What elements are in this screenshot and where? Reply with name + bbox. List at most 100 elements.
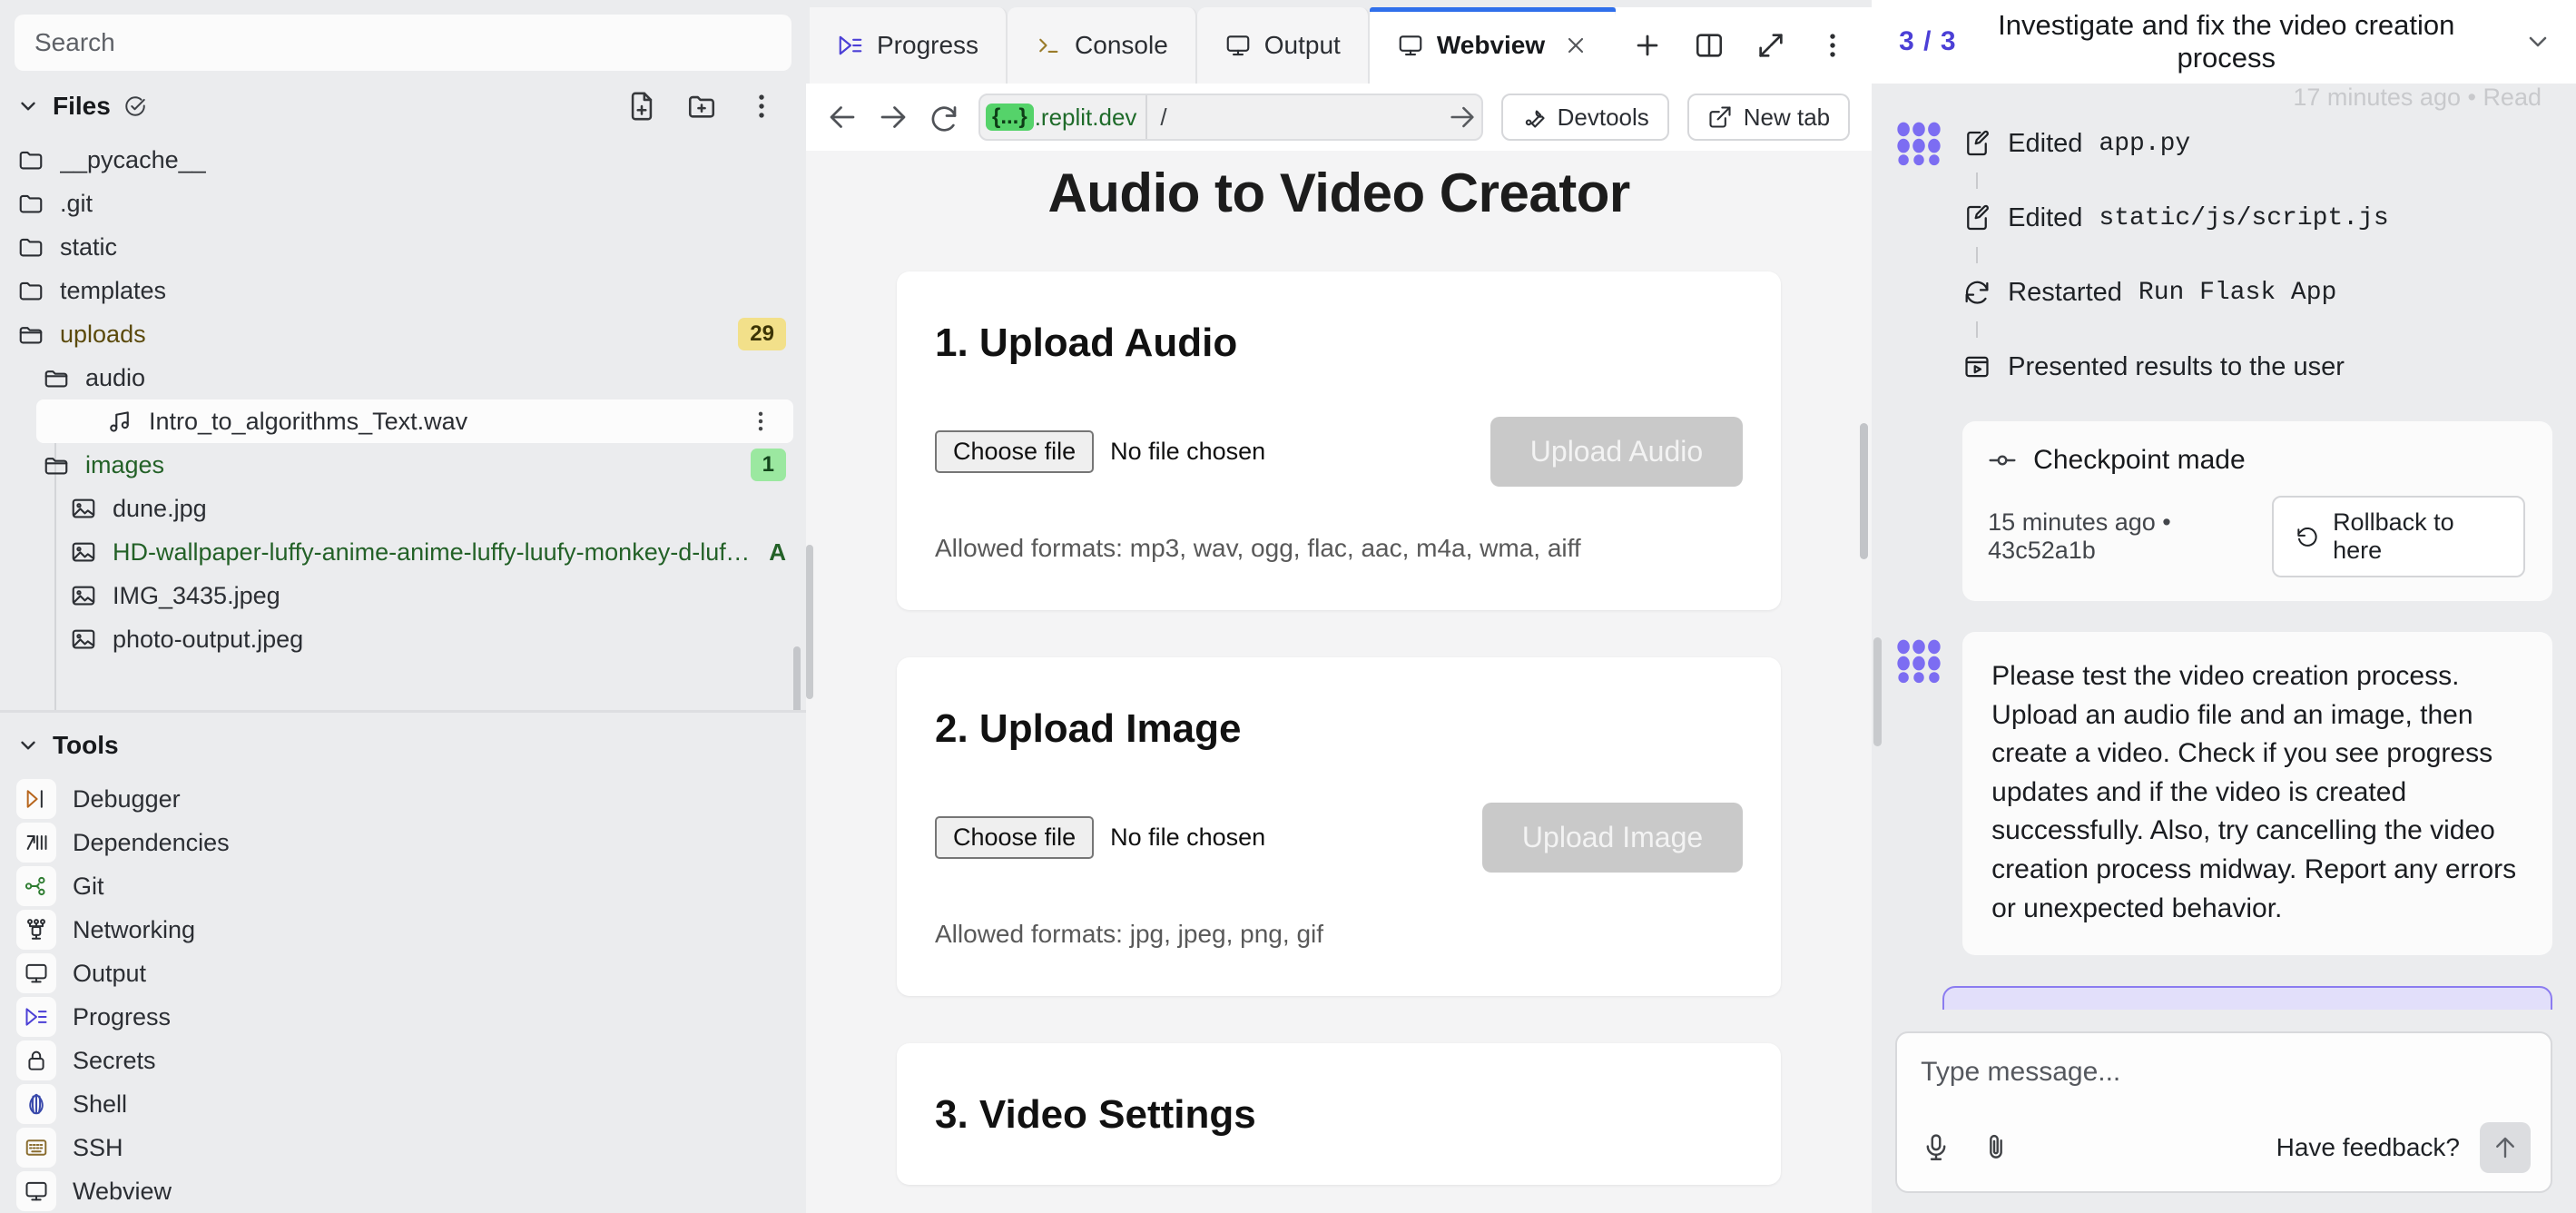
new-folder-icon[interactable] — [686, 91, 717, 122]
sidebar-item-networking[interactable]: Networking — [0, 908, 806, 952]
chevron-down-icon[interactable] — [16, 94, 40, 118]
composer-container: Type message... Have feedback? — [1872, 1010, 2576, 1213]
close-icon[interactable] — [1563, 33, 1588, 58]
devtools-label: Devtools — [1557, 103, 1649, 131]
expand-icon[interactable] — [1755, 30, 1786, 61]
file-name-label: audio — [85, 363, 146, 391]
sidebar-item-webview[interactable]: Webview — [0, 1169, 806, 1213]
file-tree-row[interactable]: static — [0, 225, 806, 269]
webview-scrollbar[interactable] — [1860, 423, 1869, 559]
file-tree-row[interactable]: templates — [0, 269, 806, 312]
composer-toolbar: Have feedback? — [1921, 1122, 2531, 1173]
files-section-header[interactable]: Files — [0, 71, 806, 138]
checkpoint-node-icon — [1988, 446, 2017, 475]
tab-output[interactable]: Output — [1196, 7, 1370, 84]
center-pane: Progress Console Output Webview {...} .r… — [806, 0, 1873, 1213]
tab-console[interactable]: Console — [1008, 7, 1197, 84]
folder-icon — [16, 232, 45, 261]
upload-image-button[interactable]: Upload Image — [1481, 803, 1744, 873]
step-connector — [1976, 173, 1979, 189]
url-path-input[interactable]: / — [1147, 104, 1446, 132]
image-allowed-formats: Allowed formats: jpg, jpeg, png, gif — [935, 920, 1324, 948]
file-tree[interactable]: __pycache__ .git static templates uploads 29 a… — [0, 138, 806, 710]
devtools-button[interactable]: Devtools — [1500, 94, 1669, 141]
send-message-button[interactable] — [2480, 1122, 2531, 1173]
agent-message-text: We're making improvements to handle diff… — [1942, 986, 2552, 1010]
tools-section-header[interactable]: Tools — [0, 713, 806, 774]
navigate-arrow-icon[interactable] — [1447, 102, 1478, 133]
more-kebab-icon[interactable] — [1817, 30, 1848, 61]
file-tree-row[interactable]: HD-wallpaper-luffy-anime-anime-luffy-luu… — [0, 530, 806, 574]
new-file-icon[interactable] — [626, 91, 657, 122]
choose-image-file-button[interactable]: Choose file — [935, 816, 1095, 859]
agent-step-text: Edited — [2008, 202, 2083, 232]
tab-label: Output — [1263, 31, 1341, 59]
sidebar-item-git[interactable]: Git — [0, 864, 806, 908]
file-tree-row[interactable]: images 1 — [0, 443, 806, 487]
file-tree-row[interactable]: IMG_3435.jpeg — [0, 574, 806, 617]
file-tree-row[interactable]: __pycache__ — [0, 138, 806, 182]
sidebar-item-ssh[interactable]: SSH — [0, 1126, 806, 1169]
message-input[interactable]: Type message... — [1921, 1057, 2531, 1088]
audio-allowed-formats: Allowed formats: mp3, wav, ogg, flac, aa… — [935, 534, 1581, 562]
chevron-down-icon[interactable] — [2523, 27, 2552, 56]
tools-list[interactable]: Debugger Dependencies Git Networking Output P… — [0, 774, 806, 1213]
sidebar-item-dependencies[interactable]: Dependencies — [0, 821, 806, 864]
sidebar-item-shell[interactable]: Shell — [0, 1082, 806, 1126]
tab-webview[interactable]: Webview — [1369, 7, 1617, 84]
arrow-left-icon[interactable] — [826, 101, 859, 133]
split-pane-icon[interactable] — [1694, 30, 1725, 61]
more-kebab-icon[interactable] — [746, 91, 777, 122]
file-tree-row[interactable]: uploads 29 — [0, 312, 806, 356]
sidebar-item-output[interactable]: Output — [0, 952, 806, 995]
lock-icon — [16, 1040, 56, 1080]
webview-content[interactable]: Audio to Video Creator 1. Upload Audio C… — [806, 151, 1873, 1213]
new-tab-plus-icon[interactable] — [1632, 30, 1663, 61]
arrow-right-icon[interactable] — [877, 101, 909, 133]
file-name-label: .git — [60, 189, 93, 217]
reload-icon[interactable] — [928, 101, 960, 133]
agent-chat-scrollbar[interactable] — [1873, 637, 1883, 746]
sidebar-item-secrets[interactable]: Secrets — [0, 1039, 806, 1082]
rollback-button[interactable]: Rollback to here — [2272, 496, 2525, 577]
have-feedback-link[interactable]: Have feedback? — [2276, 1133, 2460, 1162]
file-tree-row[interactable]: .git — [0, 182, 806, 225]
present-icon — [1962, 352, 1991, 381]
progress-icon — [16, 997, 56, 1037]
file-tree-row[interactable]: audio — [0, 356, 806, 399]
agent-step-text: Edited — [2008, 128, 2083, 158]
search-input[interactable]: Search — [15, 15, 791, 71]
center-pane-scrollbar[interactable] — [806, 545, 813, 699]
new-tab-button[interactable]: New tab — [1686, 94, 1851, 141]
file-tree-row[interactable]: Intro_to_algorithms_Text.wav — [36, 399, 793, 443]
sidebar-item-progress[interactable]: Progress — [0, 995, 806, 1039]
replit-agent-icon — [1895, 637, 1942, 685]
image-file-picker[interactable]: Choose file No file chosen — [935, 816, 1265, 859]
file-tree-row[interactable]: dune.jpg — [0, 487, 806, 530]
progress-icon — [837, 32, 864, 59]
agent-step[interactable]: Edited app.py — [1962, 114, 2552, 173]
message-composer[interactable]: Type message... Have feedback? — [1895, 1031, 2552, 1193]
microphone-icon[interactable] — [1921, 1131, 1952, 1164]
agent-step[interactable]: Presented results to the user — [1962, 338, 2552, 396]
check-circle-icon — [123, 94, 147, 118]
agent-chat-scroll[interactable]: Edited app.py Edited static/js/script.js R… — [1872, 84, 2576, 1010]
tab-label: Progress — [877, 31, 979, 59]
tab-progress[interactable]: Progress — [810, 7, 1008, 84]
chevron-down-icon[interactable] — [16, 734, 40, 757]
audio-file-picker[interactable]: Choose file No file chosen — [935, 430, 1265, 473]
file-tree-row[interactable]: photo-output.jpeg — [0, 617, 806, 661]
agent-header[interactable]: 3 / 3 Investigate and fix the video crea… — [1872, 0, 2576, 84]
tool-label: Output — [73, 959, 147, 987]
address-bar[interactable]: {...} .replit.dev / — [978, 94, 1483, 141]
upload-audio-button[interactable]: Upload Audio — [1490, 417, 1744, 487]
paperclip-icon[interactable] — [1981, 1131, 2011, 1164]
agent-step[interactable]: Restarted Run Flask App — [1962, 263, 2552, 321]
choose-audio-file-button[interactable]: Choose file — [935, 430, 1095, 473]
agent-step[interactable]: Edited static/js/script.js — [1962, 189, 2552, 247]
row-kebab-icon[interactable] — [748, 409, 773, 434]
host-brace-badge: {...} — [986, 104, 1034, 131]
sidebar-item-debugger[interactable]: Debugger — [0, 777, 806, 821]
file-tree-scrollbar[interactable] — [793, 646, 801, 710]
upload-audio-heading: 1. Upload Audio — [935, 321, 1238, 365]
